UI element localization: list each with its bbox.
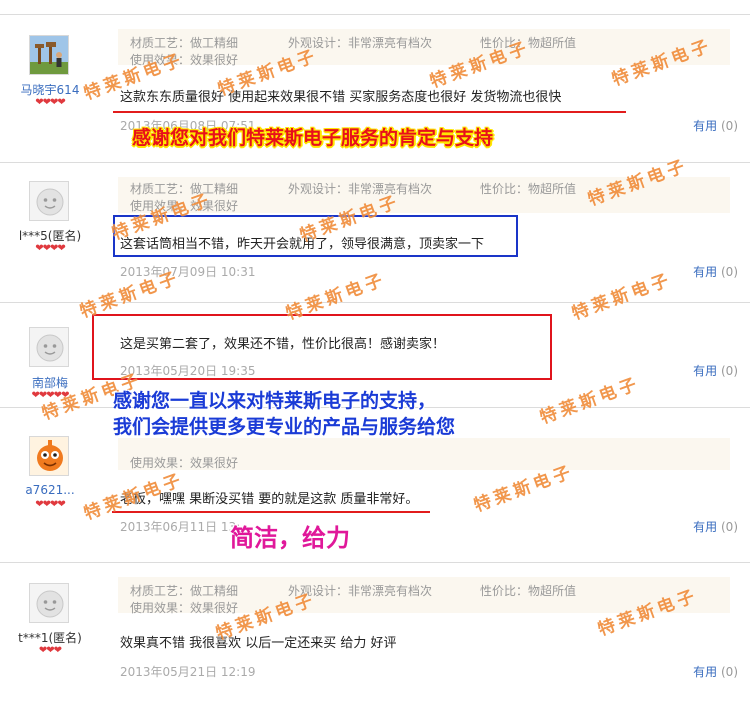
review-tags: 材质工艺：做工精细 外观设计：非常漂亮有档次 性价比：物超所值 使用效果：效果很… bbox=[118, 577, 730, 615]
annotation-thanks-line2: 我们会提供更多更专业的产品与服务给您 bbox=[113, 416, 456, 438]
review-date: 2013年05月20日 19:35 bbox=[120, 364, 256, 378]
useful-button[interactable]: 有用 (0) bbox=[693, 663, 738, 680]
underline-highlight bbox=[113, 111, 626, 113]
cartoon-avatar-icon bbox=[30, 437, 68, 475]
tag-value: 性价比：物超所值 bbox=[480, 36, 577, 50]
review-content: 老板，嘿嘿 果断没买错 要的就是这款 质量非常好。 bbox=[120, 492, 419, 507]
tag-value: 性价比：物超所值 bbox=[480, 584, 577, 598]
useful-label: 有用 bbox=[693, 520, 718, 534]
useful-button[interactable]: 有用 (0) bbox=[693, 263, 738, 280]
review-content: 效果真不错 我很喜欢 以后一定还来买 给力 好评 bbox=[120, 636, 397, 651]
default-avatar-icon bbox=[30, 584, 68, 622]
review-content: 这套话筒相当不错，昨天开会就用了，领导很满意，顶卖家一下 bbox=[120, 237, 485, 252]
tag-look: 外观设计：非常漂亮有档次 bbox=[288, 36, 433, 50]
review-item: l***5(匿名) ❤❤❤❤ 材质工艺：做工精细 外观设计：非常漂亮有档次 性价… bbox=[0, 163, 750, 302]
annotation-thanks: 感谢您对我们特莱斯电子服务的肯定与支持 bbox=[132, 127, 494, 149]
annotation-slogan: 简洁，给力 bbox=[230, 524, 350, 552]
avatar-photo-icon bbox=[30, 36, 68, 74]
avatar[interactable] bbox=[29, 583, 69, 623]
useful-count: (0) bbox=[721, 265, 738, 279]
tag-material: 材质工艺：做工精细 bbox=[130, 584, 239, 598]
useful-count: (0) bbox=[721, 119, 738, 133]
reviewer-name[interactable]: a7621... bbox=[6, 483, 94, 497]
reviewer-name[interactable]: t***1(匿名) bbox=[6, 629, 94, 646]
underline-highlight bbox=[112, 511, 430, 513]
tag-value: 性价比：物超所值 bbox=[480, 182, 577, 196]
avatar[interactable] bbox=[29, 35, 69, 75]
useful-label: 有用 bbox=[693, 265, 718, 279]
rating-hearts: ❤❤❤❤ bbox=[35, 97, 66, 108]
reviewer-name[interactable]: l***5(匿名) bbox=[6, 227, 94, 244]
useful-button[interactable]: 有用 (0) bbox=[693, 117, 738, 134]
avatar[interactable] bbox=[29, 327, 69, 367]
rating-hearts: ❤❤❤ bbox=[38, 645, 62, 656]
tag-effect: 使用效果：效果很好 bbox=[130, 199, 239, 213]
review-content: 这是买第二套了，效果还不错，性价比很高！感谢卖家！ bbox=[120, 337, 446, 352]
useful-count: (0) bbox=[721, 520, 738, 534]
tag-look: 外观设计：非常漂亮有档次 bbox=[288, 182, 433, 196]
useful-count: (0) bbox=[721, 364, 738, 378]
review-tags: 使用效果：效果很好 bbox=[118, 438, 730, 470]
tag-look: 外观设计：非常漂亮有档次 bbox=[288, 584, 433, 598]
rating-hearts: ❤❤❤❤ bbox=[35, 243, 66, 254]
reviewer-name[interactable]: 马晓宇614 bbox=[6, 81, 94, 98]
rating-hearts: ❤❤❤❤ bbox=[35, 499, 66, 510]
tag-effect: 使用效果：效果很好 bbox=[130, 53, 239, 67]
review-date: 2013年07月09日 10:31 bbox=[120, 265, 256, 279]
default-avatar-icon bbox=[30, 182, 68, 220]
review-tags: 材质工艺：做工精细 外观设计：非常漂亮有档次 性价比：物超所值 使用效果：效果很… bbox=[118, 29, 730, 67]
useful-count: (0) bbox=[721, 665, 738, 679]
review-date: 2013年05月21日 12:19 bbox=[120, 665, 256, 679]
annotation-thanks-line1: 感谢您一直以来对特莱斯电子的支持， bbox=[113, 390, 437, 412]
review-content: 这款东东质量很好 使用起来效果很不错 买家服务态度也很好 发货物流也很快 bbox=[120, 90, 562, 105]
tag-material: 材质工艺：做工精细 bbox=[130, 36, 239, 50]
avatar[interactable] bbox=[29, 181, 69, 221]
tag-material: 材质工艺：做工精细 bbox=[130, 182, 239, 196]
default-avatar-icon bbox=[30, 328, 68, 366]
useful-button[interactable]: 有用 (0) bbox=[693, 518, 738, 535]
useful-button[interactable]: 有用 (0) bbox=[693, 362, 738, 379]
useful-label: 有用 bbox=[693, 665, 718, 679]
review-tags: 材质工艺：做工精细 外观设计：非常漂亮有档次 性价比：物超所值 使用效果：效果很… bbox=[118, 177, 730, 213]
review-date: 2013年06月11日 13: bbox=[120, 520, 241, 534]
tag-effect: 使用效果：效果很好 bbox=[130, 601, 239, 615]
avatar[interactable] bbox=[29, 436, 69, 476]
tag-effect: 使用效果：效果很好 bbox=[130, 456, 239, 470]
rating-hearts: ❤❤❤❤❤ bbox=[31, 390, 70, 401]
useful-label: 有用 bbox=[693, 119, 718, 133]
reviewer-name[interactable]: 南部梅 bbox=[6, 374, 94, 391]
useful-label: 有用 bbox=[693, 364, 718, 378]
review-item: t***1(匿名) ❤❤❤ 材质工艺：做工精细 外观设计：非常漂亮有档次 性价比… bbox=[0, 563, 750, 709]
